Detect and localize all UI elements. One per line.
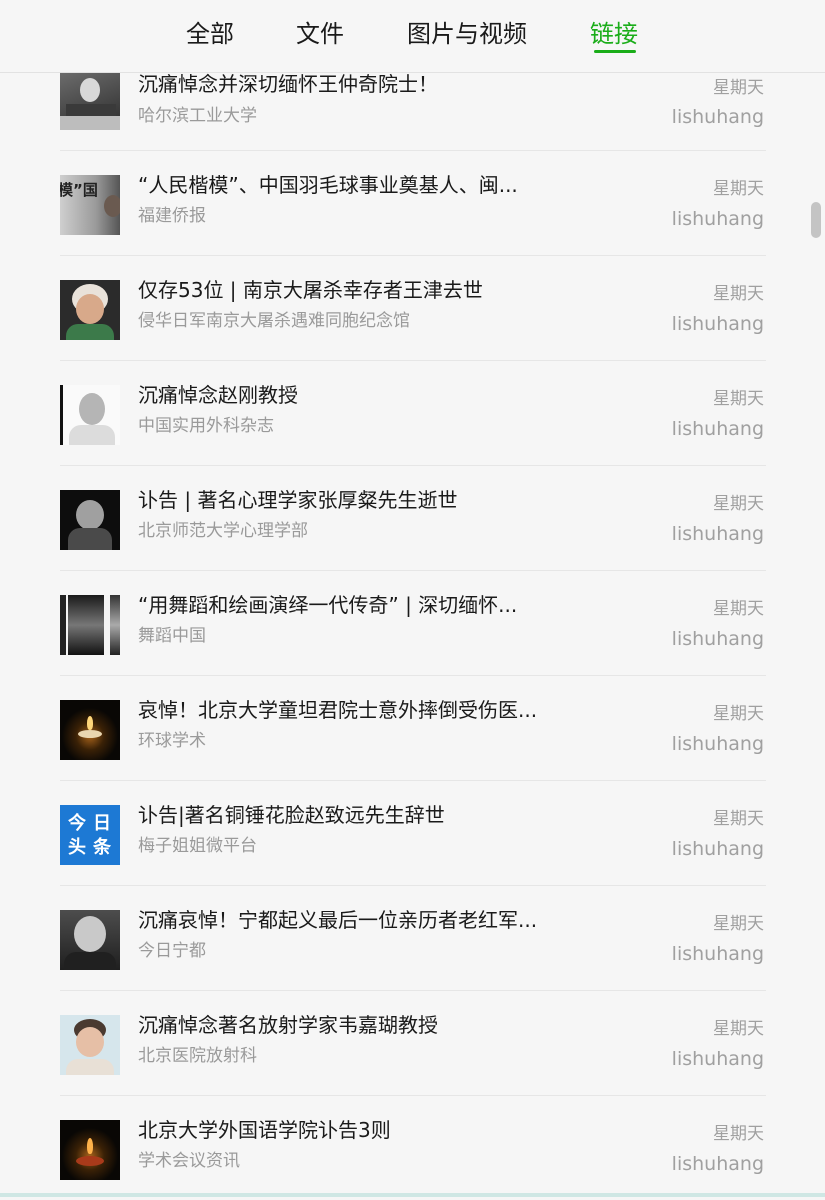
- shared-by: lishuhang: [671, 1153, 764, 1175]
- list-item[interactable]: 模”国 “人民楷模”、中国羽毛球事业奠基人、闽... 福建侨报 星期天 lish…: [60, 151, 766, 256]
- article-thumbnail: [60, 385, 120, 445]
- article-thumbnail: [60, 280, 120, 340]
- article-thumbnail: 模”国: [60, 175, 120, 235]
- shared-by: lishuhang: [671, 733, 764, 755]
- article-source: 环球学术: [138, 731, 206, 751]
- article-title: 讣告 | 著名心理学家张厚粲先生逝世: [138, 488, 458, 512]
- shared-by: lishuhang: [671, 208, 764, 230]
- article-title: 沉痛哀悼！宁都起义最后一位亲历者老红军...: [138, 908, 538, 932]
- article-source: 梅子姐姐微平台: [138, 836, 257, 856]
- category-tab-bar: 全部 文件 图片与视频 链接: [0, 0, 825, 73]
- article-title: 沉痛悼念赵刚教授: [138, 383, 298, 407]
- tab-media[interactable]: 图片与视频: [407, 14, 527, 54]
- article-source: 福建侨报: [138, 206, 206, 226]
- shared-by: lishuhang: [671, 106, 764, 128]
- logo-char: 日: [93, 813, 111, 834]
- list-item[interactable]: 北京大学外国语学院讣告3则 学术会议资讯 星期天 lishuhang: [60, 1096, 766, 1200]
- shared-by: lishuhang: [671, 313, 764, 335]
- article-thumbnail: [60, 70, 120, 130]
- bottom-divider: [0, 1193, 825, 1197]
- article-title: 北京大学外国语学院讣告3则: [138, 1118, 391, 1142]
- toutiao-logo-icon: 今 日 头 条: [60, 805, 120, 865]
- list-item[interactable]: 今 日 头 条 讣告|著名铜锤花脸赵致远先生辞世 梅子姐姐微平台 星期天 lis…: [60, 781, 766, 886]
- article-title: 沉痛悼念著名放射学家韦嘉瑚教授: [138, 1013, 438, 1037]
- scrollbar-thumb[interactable]: [811, 202, 821, 238]
- shared-day: 星期天: [713, 914, 764, 934]
- shared-day: 星期天: [713, 389, 764, 409]
- list-item[interactable]: 沉痛哀悼！宁都起义最后一位亲历者老红军... 今日宁都 星期天 lishuhan…: [60, 886, 766, 991]
- article-source: 学术会议资讯: [138, 1151, 240, 1171]
- tab-files[interactable]: 文件: [296, 14, 344, 54]
- article-title: 讣告|著名铜锤花脸赵致远先生辞世: [138, 803, 445, 827]
- shared-by: lishuhang: [671, 418, 764, 440]
- list-item[interactable]: 讣告 | 著名心理学家张厚粲先生逝世 北京师范大学心理学部 星期天 lishuh…: [60, 466, 766, 571]
- logo-char: 今: [68, 813, 86, 834]
- article-title: “用舞蹈和绘画演绎一代传奇” | 深切缅怀...: [138, 593, 518, 617]
- thumbnail-caption: 模”国: [60, 181, 98, 199]
- shared-day: 星期天: [713, 704, 764, 724]
- shared-by: lishuhang: [671, 1048, 764, 1070]
- shared-by: lishuhang: [671, 628, 764, 650]
- list-item[interactable]: 哀悼！北京大学童坦君院士意外摔倒受伤医... 环球学术 星期天 lishuhan…: [60, 676, 766, 781]
- article-source: 北京师范大学心理学部: [138, 521, 308, 541]
- active-tab-indicator: [594, 50, 636, 53]
- shared-by: lishuhang: [671, 838, 764, 860]
- shared-day: 星期天: [713, 284, 764, 304]
- article-source: 今日宁都: [138, 941, 206, 961]
- shared-day: 星期天: [713, 809, 764, 829]
- list-item[interactable]: 仅存53位 | 南京大屠杀幸存者王津去世 侵华日军南京大屠杀遇难同胞纪念馆 星期…: [60, 256, 766, 361]
- logo-char: 头: [68, 837, 86, 858]
- article-source: 舞蹈中国: [138, 626, 206, 646]
- article-title: “人民楷模”、中国羽毛球事业奠基人、闽...: [138, 173, 518, 197]
- article-source: 中国实用外科杂志: [138, 416, 274, 436]
- shared-by: lishuhang: [671, 943, 764, 965]
- article-thumbnail: [60, 595, 120, 655]
- article-thumbnail: [60, 490, 120, 550]
- shared-day: 星期天: [713, 1019, 764, 1039]
- article-source: 哈尔滨工业大学: [138, 106, 257, 126]
- article-title: 哀悼！北京大学童坦君院士意外摔倒受伤医...: [138, 698, 538, 722]
- tab-links[interactable]: 链接: [590, 14, 638, 54]
- article-thumbnail: [60, 1015, 120, 1075]
- shared-day: 星期天: [713, 599, 764, 619]
- article-title: 仅存53位 | 南京大屠杀幸存者王津去世: [138, 278, 483, 302]
- candle-icon: [60, 1120, 120, 1180]
- candle-icon: [60, 700, 120, 760]
- link-list: 沉痛悼念并深切缅怀王仲奇院士！ 哈尔滨工业大学 星期天 lishuhang 模”…: [0, 0, 825, 1197]
- tab-all[interactable]: 全部: [186, 14, 234, 54]
- article-source: 侵华日军南京大屠杀遇难同胞纪念馆: [138, 311, 410, 331]
- list-item[interactable]: “用舞蹈和绘画演绎一代传奇” | 深切缅怀... 舞蹈中国 星期天 lishuh…: [60, 571, 766, 676]
- shared-day: 星期天: [713, 179, 764, 199]
- shared-day: 星期天: [713, 78, 764, 98]
- article-source: 北京医院放射科: [138, 1046, 257, 1066]
- shared-day: 星期天: [713, 494, 764, 514]
- article-thumbnail: [60, 910, 120, 970]
- shared-day: 星期天: [713, 1124, 764, 1144]
- article-title: 沉痛悼念并深切缅怀王仲奇院士！: [138, 72, 438, 96]
- list-item[interactable]: 沉痛悼念赵刚教授 中国实用外科杂志 星期天 lishuhang: [60, 361, 766, 466]
- logo-char: 条: [93, 837, 111, 858]
- shared-by: lishuhang: [671, 523, 764, 545]
- list-item[interactable]: 沉痛悼念著名放射学家韦嘉瑚教授 北京医院放射科 星期天 lishuhang: [60, 991, 766, 1096]
